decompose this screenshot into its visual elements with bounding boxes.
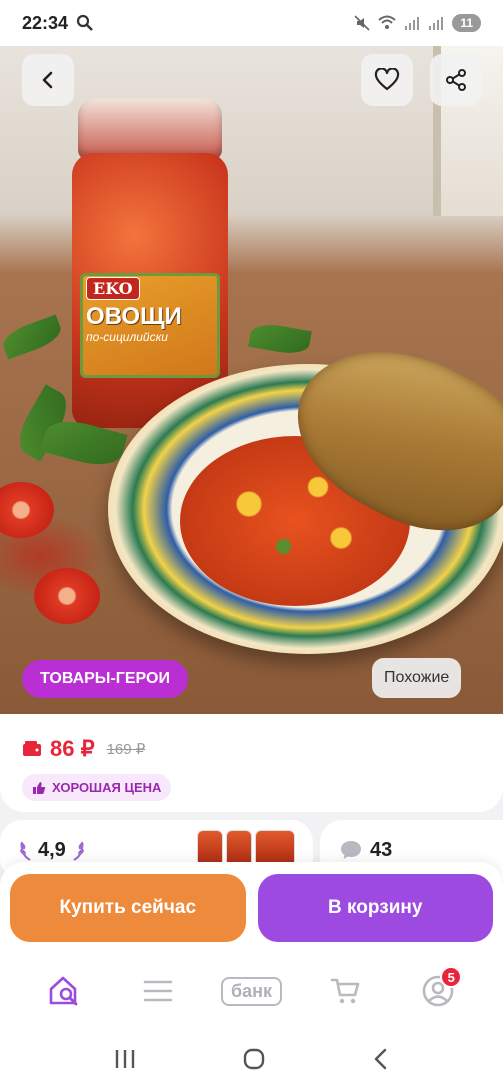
nav-catalog[interactable] — [128, 966, 188, 1016]
share-button[interactable] — [430, 54, 482, 106]
back-button[interactable] — [22, 54, 74, 106]
heart-icon — [374, 68, 400, 91]
mute-icon — [354, 15, 370, 31]
basil-leaf — [0, 314, 65, 360]
price-card: 86 ₽ 169 ₽ ХОРОШАЯ ЦЕНА — [0, 714, 503, 812]
similar-button[interactable]: Похожие — [372, 658, 462, 698]
wallet-icon — [23, 741, 41, 756]
status-left: 22:34 — [22, 13, 94, 34]
share-icon — [446, 69, 466, 91]
speech-bubble-icon — [341, 841, 361, 859]
bottom-nav: банк 5 — [0, 954, 503, 1028]
good-price-label: ХОРОШАЯ ЦЕНА — [52, 780, 162, 795]
jar-label: EKO ОВОЩИ по-сицилийски — [80, 273, 220, 378]
cart-badge: 5 — [440, 966, 463, 988]
favorite-button[interactable] — [361, 54, 413, 106]
nav-bank[interactable]: банк — [220, 966, 282, 1016]
nav-profile[interactable]: 5 — [408, 966, 468, 1016]
good-price-badge[interactable]: ХОРОШАЯ ЦЕНА — [22, 774, 172, 801]
signal-icon-2 — [429, 17, 444, 30]
heroes-badge[interactable]: ТОВАРЫ-ГЕРОИ — [22, 660, 188, 698]
product-jar: EKO ОВОЩИ по-сицилийски — [72, 98, 228, 428]
cart-icon — [330, 978, 360, 1004]
bank-icon: банк — [220, 976, 282, 1006]
back-icon[interactable] — [371, 1047, 391, 1071]
recents-icon[interactable] — [113, 1048, 137, 1070]
buy-now-button[interactable]: Купить сейчас — [10, 874, 246, 942]
cherry-tomato — [0, 482, 54, 538]
product-image[interactable]: EKO ОВОЩИ по-сицилийски ТОВАРЫ-ГЕРОИ Пох… — [0, 46, 503, 714]
cherry-tomato — [34, 568, 100, 624]
menu-icon — [143, 980, 173, 1002]
jar-subtitle: по-сицилийски — [86, 330, 168, 345]
rating-value: 4,9 — [38, 838, 66, 861]
purchase-actions: Купить сейчас В корзину — [0, 862, 503, 954]
home-search-icon — [49, 976, 78, 1006]
old-price: 169 ₽ — [106, 741, 146, 758]
add-to-cart-button[interactable]: В корзину — [257, 874, 493, 942]
nav-home[interactable] — [35, 966, 95, 1016]
wifi-icon — [378, 15, 396, 29]
thumbs-up-icon — [33, 781, 46, 794]
status-right: 11 — [354, 14, 481, 32]
status-bar: 22:34 11 — [0, 0, 503, 46]
chevron-left-icon — [42, 71, 53, 89]
laurel-left-icon — [20, 841, 31, 861]
product-page: 22:34 11 EKO ОВОЩИ по-сицилийски ТОВАРЫ-… — [0, 0, 503, 1090]
basil-leaf — [248, 320, 312, 358]
price-row: 86 ₽ 169 ₽ — [22, 736, 481, 762]
laurel-right-icon — [73, 841, 84, 861]
status-time: 22:34 — [22, 12, 69, 33]
system-nav — [0, 1028, 503, 1090]
current-price: 86 ₽ — [50, 736, 95, 761]
home-icon[interactable] — [242, 1047, 266, 1071]
search-icon — [76, 14, 93, 31]
reviews-count: 43 — [370, 838, 393, 861]
jar-title: ОВОЩИ — [86, 303, 182, 330]
jar-lid — [78, 98, 222, 160]
battery-indicator: 11 — [452, 14, 481, 32]
signal-icon — [405, 17, 420, 30]
nav-cart[interactable] — [315, 966, 375, 1016]
jar-brand: EKO — [86, 277, 140, 300]
